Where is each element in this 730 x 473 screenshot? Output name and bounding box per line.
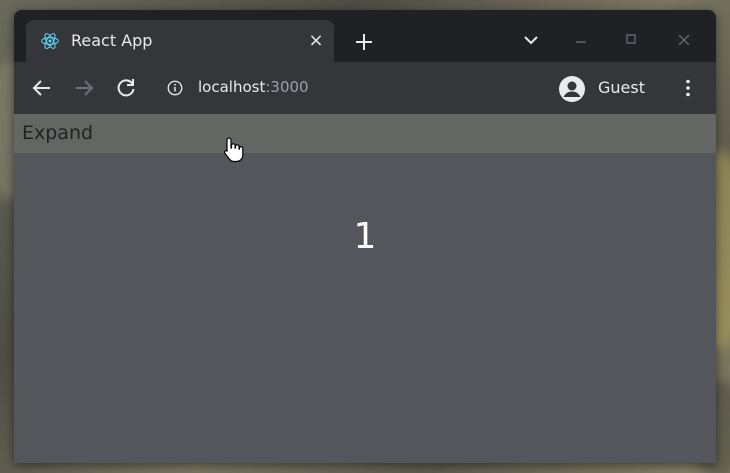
more-menu-icon[interactable] [676,76,700,100]
counter-value: 1 [353,216,377,257]
back-arrow-icon[interactable] [30,76,54,100]
browser-window: React App × localhost:3000 Guest Expand … [14,10,716,463]
reload-icon[interactable] [114,76,138,100]
tab-search-chevron-icon[interactable] [519,28,543,52]
expand-label: Expand [22,122,94,144]
tab-strip: React App × [14,10,716,62]
forward-arrow-icon[interactable] [72,76,96,100]
react-logo-icon [41,33,59,49]
close-window-button[interactable] [672,28,696,52]
browser-toolbar: localhost:3000 Guest [14,62,716,114]
maximize-button[interactable] [619,28,643,52]
site-info-icon[interactable] [166,79,184,97]
expand-button[interactable]: Expand [14,114,716,153]
url-text: localhost:3000 [198,78,309,96]
page-viewport: Expand 1 [14,114,716,463]
url-port: :3000 [265,78,309,96]
address-bar[interactable]: localhost:3000 [156,70,536,106]
tab-react-app[interactable]: React App × [26,20,334,62]
hand-pointer-cursor-icon [224,137,244,163]
profile-button[interactable]: Guest [556,72,656,104]
tab-title: React App [71,31,153,50]
new-tab-button[interactable] [352,30,376,54]
minimize-button[interactable] [569,28,593,52]
guest-avatar-icon [559,76,585,102]
url-host: localhost [198,78,266,96]
tab-close-button[interactable]: × [306,31,326,51]
profile-name: Guest [598,78,645,97]
